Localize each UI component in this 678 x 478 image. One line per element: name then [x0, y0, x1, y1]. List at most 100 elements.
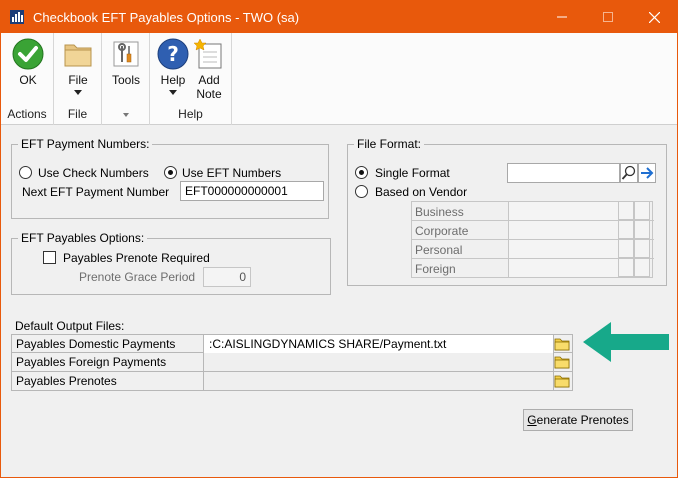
- vendor-format-lookup-button[interactable]: [618, 258, 634, 277]
- maximize-button[interactable]: [585, 1, 631, 33]
- use-eft-numbers-radio[interactable]: [164, 166, 177, 179]
- use-check-numbers-label: Use Check Numbers: [38, 166, 149, 180]
- close-button[interactable]: [631, 1, 677, 33]
- ribbon-group-file: File File: [54, 33, 102, 125]
- vendor-format-go-button[interactable]: [634, 239, 650, 258]
- ok-button[interactable]: OK: [9, 37, 47, 87]
- title-bar: Checkbook EFT Payables Options - TWO (sa…: [1, 1, 677, 33]
- generate-prenotes-hotkey: G: [527, 413, 537, 427]
- ribbon-group-help: ? Help Add Note Help: [150, 33, 232, 125]
- eft-payment-numbers-legend: EFT Payment Numbers:: [18, 137, 153, 151]
- vendor-format-field[interactable]: [508, 221, 618, 239]
- vendor-format-go-button[interactable]: [634, 220, 650, 239]
- single-format-field[interactable]: [507, 163, 620, 183]
- tools-label: Tools: [111, 73, 140, 87]
- help-question-icon: ?: [157, 38, 189, 70]
- maximize-icon: [603, 12, 613, 22]
- file-group-label: File: [67, 107, 88, 121]
- vendor-type-label: Personal: [415, 243, 463, 257]
- vendor-format-go-button[interactable]: [634, 201, 650, 220]
- vendor-type-label: Corporate: [415, 224, 469, 238]
- ribbon-group-actions: OK Actions: [1, 33, 54, 125]
- eft-payables-options-legend: EFT Payables Options:: [18, 231, 148, 245]
- ok-checkmark-icon: [12, 38, 44, 70]
- checkbook-eft-payables-options-window: Checkbook EFT Payables Options - TWO (sa…: [0, 0, 678, 478]
- vendor-type-label: Business: [415, 205, 464, 219]
- output-file-path-field[interactable]: :C:AISLINGDYNAMICS SHARE/Payment.txt: [204, 335, 554, 353]
- next-eft-payment-number-label: Next EFT Payment Number: [22, 185, 170, 199]
- help-menu-button[interactable]: ? Help: [154, 37, 192, 95]
- vendor-format-go-button[interactable]: [634, 258, 650, 277]
- folder-icon: [64, 44, 92, 67]
- ribbon-toolbar: OK Actions File File Tools ? Help Add No…: [1, 33, 677, 125]
- eft-payment-numbers-group: EFT Payment Numbers: Use Check Numbers U…: [11, 137, 329, 219]
- vendor-format-field[interactable]: [508, 259, 618, 277]
- tools-icon: [113, 41, 139, 67]
- arrow-right-icon: [641, 167, 654, 179]
- format-lookup-button[interactable]: [620, 163, 638, 183]
- file-menu-button[interactable]: File: [60, 37, 96, 95]
- based-on-vendor-radio[interactable]: [355, 185, 368, 198]
- generate-prenotes-label: enerate Prenotes: [536, 413, 629, 427]
- format-go-button[interactable]: [638, 163, 656, 183]
- use-eft-numbers-label: Use EFT Numbers: [182, 166, 282, 180]
- output-file-row: Payables Prenotes: [11, 372, 573, 391]
- actions-group-label: Actions: [7, 107, 47, 121]
- browse-folder-icon[interactable]: [554, 355, 570, 369]
- help-group-label: Help: [178, 107, 203, 121]
- close-icon: [648, 11, 660, 23]
- prenote-grace-period-field[interactable]: 0: [203, 267, 251, 287]
- vendor-format-lookup-button[interactable]: [618, 239, 634, 258]
- add-note-icon: [193, 38, 222, 69]
- help-label: Help: [160, 73, 186, 87]
- payables-prenote-required-label: Payables Prenote Required: [63, 251, 210, 265]
- output-file-label: Payables Foreign Payments: [12, 353, 204, 371]
- chevron-down-icon: [169, 90, 177, 95]
- vendor-format-field[interactable]: [508, 202, 618, 220]
- add-note-button[interactable]: Add Note: [190, 37, 228, 101]
- output-file-label: Payables Prenotes: [12, 372, 204, 390]
- ribbon-group-tools: Tools: [102, 33, 150, 125]
- output-file-path-field[interactable]: [204, 353, 554, 371]
- ok-label: OK: [19, 73, 37, 87]
- output-file-label: Payables Domestic Payments: [12, 335, 204, 353]
- window-title: Checkbook EFT Payables Options - TWO (sa…: [33, 10, 300, 25]
- chevron-down-icon: [74, 90, 82, 95]
- tools-group-chevron-icon: [123, 113, 129, 117]
- browse-folder-icon[interactable]: [554, 374, 570, 388]
- vendor-format-row: Personal: [412, 239, 654, 259]
- svg-text:?: ?: [167, 42, 179, 66]
- based-on-vendor-label: Based on Vendor: [375, 185, 468, 199]
- app-chart-icon: [10, 10, 24, 24]
- vendor-format-row: Corporate: [412, 220, 654, 240]
- minimize-button[interactable]: [539, 1, 585, 33]
- vendor-format-lookup-button[interactable]: [618, 220, 634, 239]
- single-format-radio[interactable]: [355, 166, 368, 179]
- vendor-format-lookup-button[interactable]: [618, 201, 634, 220]
- file-label: File: [68, 73, 88, 87]
- tools-menu-button[interactable]: Tools: [108, 37, 144, 87]
- next-eft-payment-number-field[interactable]: EFT000000000001: [180, 181, 324, 201]
- generate-prenotes-button[interactable]: Generate Prenotes: [523, 409, 633, 431]
- eft-payables-options-group: EFT Payables Options: Payables Prenote R…: [11, 231, 331, 295]
- single-format-label: Single Format: [375, 166, 450, 180]
- use-check-numbers-radio[interactable]: [19, 166, 32, 179]
- output-file-row: Payables Domestic Payments :C:AISLINGDYN…: [11, 334, 573, 353]
- file-format-legend: File Format:: [354, 137, 425, 151]
- browse-folder-icon[interactable]: [554, 337, 570, 351]
- add-note-label: Add Note: [196, 73, 222, 101]
- file-format-group: File Format: Single Format Based on Vend…: [347, 137, 667, 286]
- vendor-format-row: Foreign: [412, 258, 654, 278]
- vendor-type-label: Foreign: [415, 262, 456, 276]
- vendor-format-table: Business Corporate Personal Foreign: [411, 201, 654, 278]
- vendor-format-row: Business: [412, 201, 654, 221]
- annotation-arrow-icon: [583, 322, 669, 362]
- default-output-files-label: Default Output Files:: [15, 319, 125, 333]
- prenote-grace-period-label: Prenote Grace Period: [79, 270, 196, 284]
- payables-prenote-required-checkbox[interactable]: [43, 251, 56, 264]
- output-file-row: Payables Foreign Payments: [11, 353, 573, 372]
- output-file-path-field[interactable]: [204, 372, 554, 390]
- minimize-icon: [557, 16, 567, 18]
- vendor-format-field[interactable]: [508, 240, 618, 258]
- lookup-magnifier-icon: [621, 165, 636, 180]
